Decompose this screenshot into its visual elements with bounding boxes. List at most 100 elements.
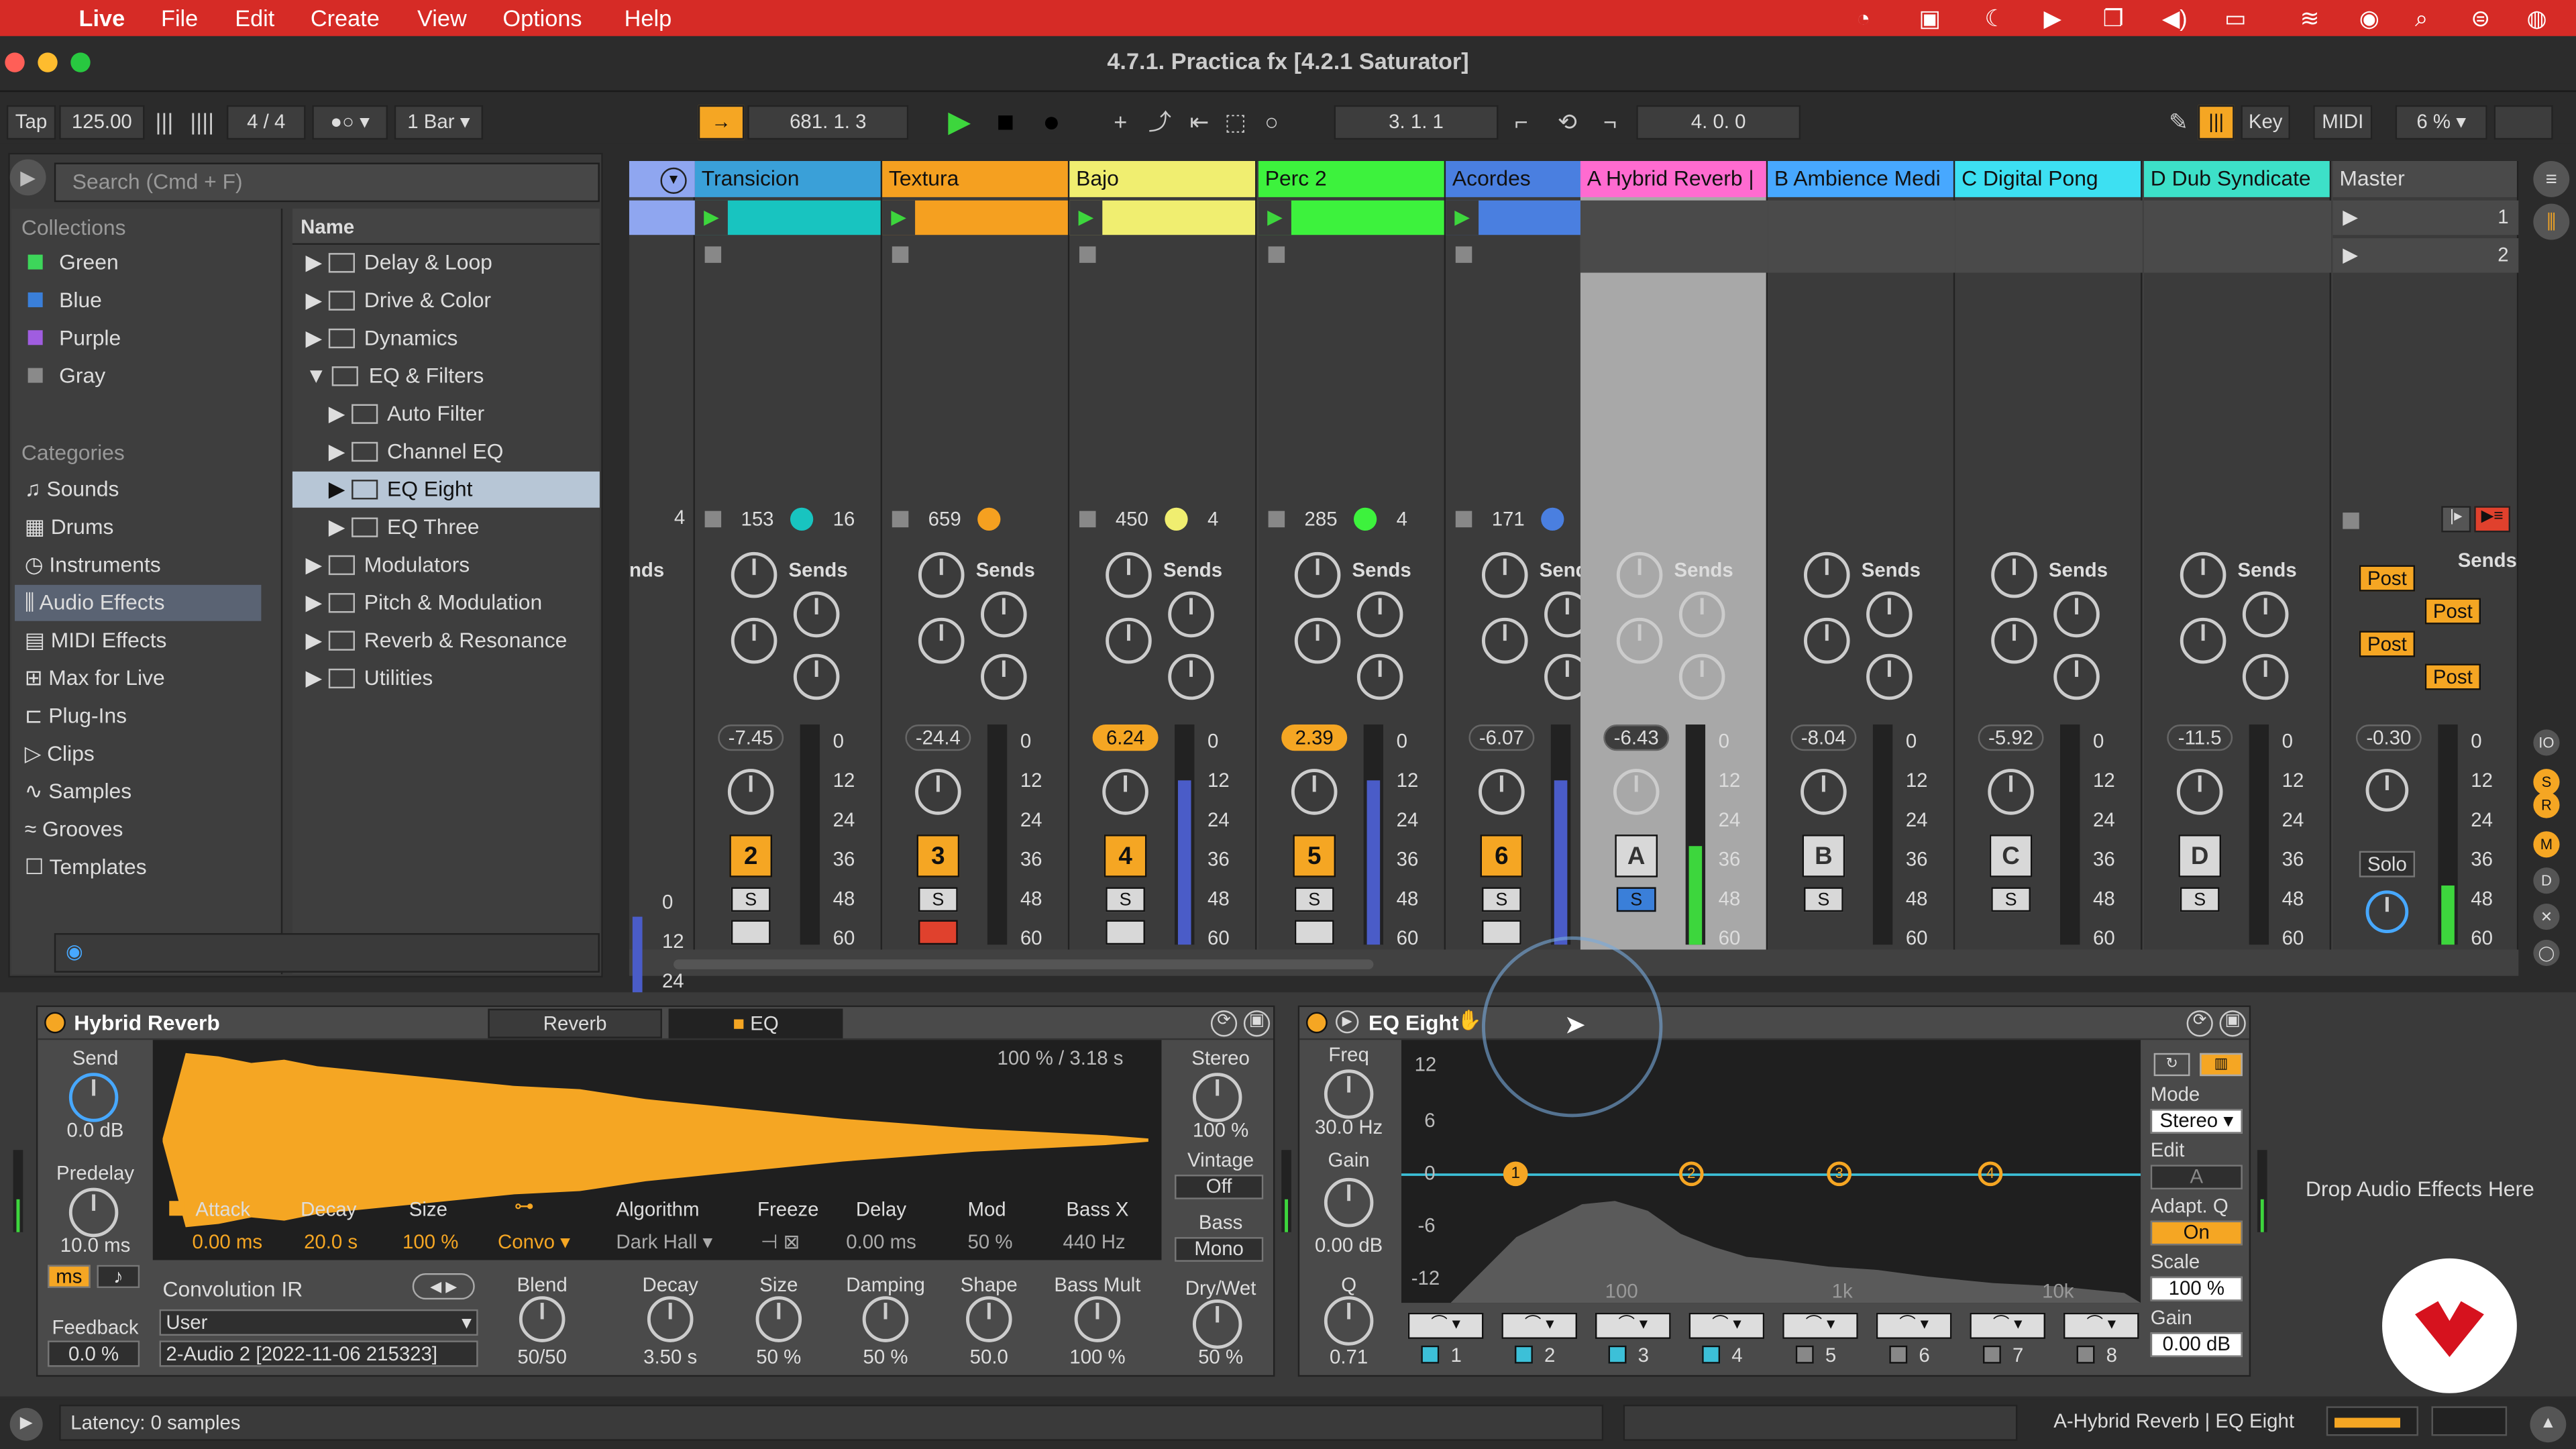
pan-knob[interactable] [1479, 769, 1525, 815]
pan-knob[interactable] [1613, 769, 1660, 815]
eq-band-2-toggle[interactable] [1514, 1345, 1533, 1364]
clip-slot[interactable]: ▶ [1258, 200, 1444, 235]
eq-band-1-toggle[interactable] [1421, 1345, 1440, 1364]
key-map-button[interactable]: Key [2241, 105, 2290, 140]
eq-band-3-toggle[interactable] [1608, 1345, 1627, 1364]
solo-button[interactable]: S [918, 887, 958, 912]
eq-band-6-filter-select[interactable]: ⌒ ▾ [1876, 1312, 1952, 1339]
category-drums[interactable]: ▦ Drums [25, 509, 114, 545]
decay-value[interactable]: 20.0 s [304, 1230, 358, 1253]
post-button[interactable]: Post [2424, 598, 2481, 625]
clip-launch-icon[interactable]: ▶ [694, 200, 728, 235]
eq-hotswap-icon[interactable]: ⟳ [2186, 1010, 2213, 1037]
arm-button[interactable] [1481, 920, 1521, 945]
track-activator[interactable]: 6 [1480, 835, 1523, 877]
q-knob[interactable] [1324, 1296, 1374, 1346]
delay-toggle-icon[interactable]: D [2533, 867, 2560, 894]
post-button[interactable]: Post [2359, 565, 2416, 592]
back-to-arrangement-icon[interactable]: ⇤ [1183, 105, 1216, 140]
pan-knob[interactable] [727, 769, 774, 815]
volume-field[interactable]: -11.5 [2167, 724, 2233, 751]
clip-slot[interactable]: ▶ [1069, 200, 1256, 235]
send-d-knob[interactable] [1356, 653, 1403, 700]
moon-icon[interactable]: ☾ [1984, 5, 2005, 33]
record-button[interactable]: ● [1032, 105, 1071, 140]
name-column-header[interactable]: Name [292, 209, 600, 245]
volume-field[interactable]: 2.39 [1281, 724, 1348, 751]
menu-view[interactable]: View [417, 5, 467, 31]
category-clips[interactable]: ▷ Clips [25, 736, 95, 772]
arrangement-position[interactable]: 681. 1. 3 [747, 105, 909, 140]
send-a-knob[interactable] [2180, 551, 2226, 598]
menu-help[interactable]: Help [625, 5, 672, 31]
category-instruments[interactable]: ◷ Instruments [25, 547, 161, 584]
volume-field[interactable]: -7.45 [718, 724, 784, 751]
tempo-field[interactable]: 125.00 [59, 105, 145, 140]
send-a-knob[interactable] [1991, 551, 2037, 598]
eq-on-toggle[interactable] [1305, 1012, 1328, 1034]
mixer-toggle-icon[interactable]: M [2533, 831, 2560, 858]
stop-all-clips-button[interactable] [2343, 513, 2359, 529]
track-header[interactable]: Transicion [694, 161, 881, 197]
eq-band-8-toggle[interactable] [2076, 1345, 2095, 1364]
arm-button[interactable] [1106, 920, 1145, 945]
master-pan-knob[interactable] [2365, 769, 2409, 812]
fold-button[interactable]: ▾ [660, 167, 687, 194]
eq-band-5-filter-select[interactable]: ⌒ ▾ [1782, 1312, 1858, 1339]
record-arm-icon[interactable]: ▶≡ [2474, 506, 2511, 533]
tab-reverb[interactable]: Reverb [488, 1008, 662, 1038]
volume-field[interactable]: -6.43 [1603, 724, 1670, 751]
volume-icon[interactable]: ◀) [2162, 5, 2188, 33]
midi-map-button[interactable]: MIDI [2313, 105, 2373, 140]
collection-purple[interactable]: Purple [28, 321, 121, 357]
returns-toggle-icon[interactable]: R [2533, 792, 2560, 818]
browser-item[interactable]: ▶ Modulators [306, 547, 470, 584]
eq-band-3-filter-select[interactable]: ⌒ ▾ [1595, 1312, 1671, 1339]
pan-knob[interactable] [2176, 769, 2223, 815]
freq-knob[interactable] [1324, 1069, 1374, 1119]
menu-file[interactable]: File [161, 5, 198, 31]
session-record-icon[interactable]: ○ [1255, 105, 1288, 140]
session-view-icon[interactable]: ⫼ [2533, 203, 2570, 240]
vintage-select[interactable]: Off [1175, 1175, 1264, 1199]
clip-launch-icon[interactable]: ▶ [1446, 200, 1479, 235]
volume-field[interactable]: -6.07 [1468, 724, 1535, 751]
send-c-knob[interactable] [1804, 617, 1850, 664]
size-value[interactable]: 100 % [402, 1230, 458, 1253]
computer-keyboard-icon[interactable]: ||| [2198, 105, 2235, 140]
send-a-knob[interactable] [1106, 551, 1152, 598]
solo-button[interactable]: S [2180, 887, 2220, 912]
partial-track-clip[interactable] [629, 200, 695, 235]
blend-knob[interactable] [519, 1296, 566, 1342]
collection-blue[interactable]: Blue [28, 282, 102, 319]
capture-icon[interactable]: ⬚ [1219, 105, 1252, 140]
send-c-knob[interactable] [2180, 617, 2226, 664]
return-header[interactable]: A Hybrid Reverb | [1580, 161, 1766, 197]
preview-bar[interactable]: ◉ [54, 933, 600, 973]
category-sounds[interactable]: ♫ Sounds [25, 472, 119, 508]
eq-band-7-toggle[interactable] [1982, 1345, 2001, 1364]
eq-band-1-handle[interactable]: 1 [1503, 1161, 1528, 1187]
send-d-knob[interactable] [793, 653, 840, 700]
pan-knob[interactable] [915, 769, 961, 815]
ir-prev-next[interactable]: ◀ ▶ [412, 1273, 475, 1300]
volume-field[interactable]: 6.24 [1092, 724, 1159, 751]
expand-icon[interactable]: ▲ [2530, 1406, 2567, 1443]
send-knob[interactable] [68, 1073, 119, 1122]
pan-knob[interactable] [1988, 769, 2034, 815]
edit-select[interactable]: A [2150, 1165, 2243, 1190]
return-activator[interactable]: A [1615, 835, 1658, 877]
pan-knob[interactable] [1801, 769, 1847, 815]
category-grooves[interactable]: ≈ Grooves [25, 812, 123, 848]
send-a-knob[interactable] [1481, 551, 1528, 598]
category-audio-effects[interactable]: ⫼ Audio Effects [15, 584, 262, 621]
menu-icon[interactable]: ≡ [2533, 161, 2570, 197]
eq-band-4-toggle[interactable] [1702, 1345, 1721, 1364]
feedback-field[interactable]: 0.0 % [48, 1340, 140, 1367]
scene-1[interactable]: ▶ 1 [2332, 200, 2519, 235]
volume-field[interactable]: -8.04 [1790, 724, 1857, 751]
overdub-icon[interactable]: + [1104, 105, 1137, 140]
send-b-knob[interactable] [2053, 591, 2100, 638]
track-header[interactable]: Perc 2 [1258, 161, 1444, 197]
freeze-icons[interactable]: ⊣ ⊠ [761, 1230, 800, 1253]
